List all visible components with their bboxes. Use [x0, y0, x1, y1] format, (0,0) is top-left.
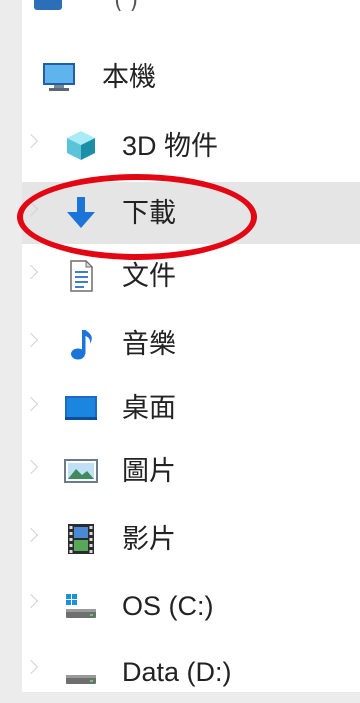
pictures-icon — [64, 454, 98, 488]
nav-item-pictures[interactable]: 圖片 — [22, 440, 360, 502]
chevron-right-icon[interactable] — [23, 264, 39, 280]
music-note-icon — [64, 327, 98, 361]
nav-item-label: 本機 — [102, 62, 156, 93]
videos-icon — [64, 522, 98, 556]
monitor-icon — [42, 60, 76, 94]
nav-item-this-pc[interactable]: 本機 — [22, 46, 360, 108]
nav-item-data-drive[interactable]: Data (D:) — [22, 640, 360, 702]
nav-item-partial-label: ( ) — [114, 0, 139, 14]
nav-item-3d-objects[interactable]: 3D 物件 — [22, 114, 360, 176]
nav-item-label: 圖片 — [122, 456, 176, 487]
nav-item-label: 下載 — [122, 198, 176, 229]
chevron-right-icon[interactable] — [23, 593, 39, 609]
navigation-pane: ( ) 本機 3D 物件 下載 文件 音樂 桌面 圖片 影片 OS (C:) D… — [22, 0, 360, 692]
chevron-right-icon[interactable] — [23, 659, 39, 675]
nav-item-label: 桌面 — [122, 393, 176, 424]
desktop-icon — [64, 391, 98, 425]
nav-item-partial[interactable]: ( ) — [22, 0, 360, 32]
nav-item-videos[interactable]: 影片 — [22, 508, 360, 570]
nav-item-label: Data (D:) — [122, 657, 232, 687]
chevron-right-icon[interactable] — [23, 133, 39, 149]
nav-item-label: 3D 物件 — [122, 131, 219, 161]
nav-item-documents[interactable]: 文件 — [22, 245, 360, 307]
pc-partial-icon — [32, 0, 66, 18]
chevron-right-icon[interactable] — [23, 459, 39, 475]
nav-item-downloads[interactable]: 下載 — [22, 182, 360, 244]
os-drive-icon — [64, 588, 98, 622]
download-arrow-icon — [64, 196, 98, 230]
chevron-right-icon[interactable] — [23, 396, 39, 412]
nav-item-label: 影片 — [122, 524, 176, 555]
nav-item-music[interactable]: 音樂 — [22, 313, 360, 375]
nav-item-desktop[interactable]: 桌面 — [22, 377, 360, 439]
chevron-right-icon[interactable] — [23, 332, 39, 348]
chevron-right-icon[interactable] — [23, 527, 39, 543]
nav-item-label: OS (C:) — [122, 591, 214, 621]
nav-item-label: 文件 — [122, 261, 176, 292]
chevron-right-icon[interactable] — [23, 201, 39, 217]
nav-item-label: 音樂 — [122, 329, 176, 360]
drive-icon — [64, 654, 98, 688]
nav-item-os-drive[interactable]: OS (C:) — [22, 574, 360, 636]
document-icon — [64, 259, 98, 293]
3d-objects-icon — [64, 128, 98, 162]
